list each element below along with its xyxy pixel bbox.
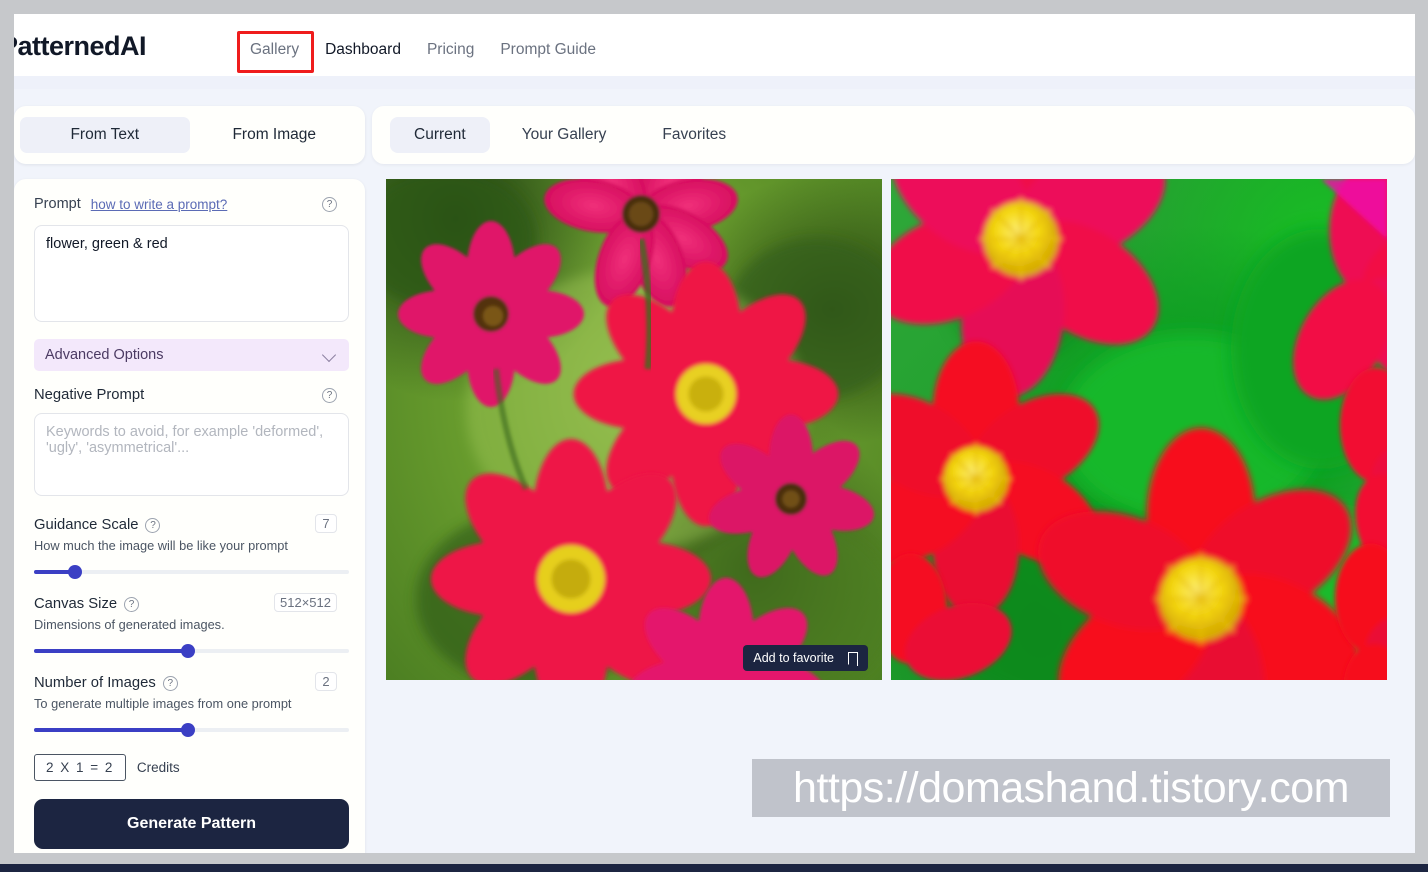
bookmark-icon (847, 651, 858, 666)
number-of-images-header: Number of Images ? 2 (34, 672, 351, 693)
site-watermark: https://domashand.tistory.com (752, 759, 1390, 817)
question-circle-icon[interactable]: ? (322, 387, 337, 403)
header-divider (14, 76, 1415, 89)
mode-tab-bar: From Text From Image (14, 106, 365, 164)
add-to-favorite-button[interactable]: Add to favorite (743, 645, 868, 671)
credits-label: Credits (136, 760, 180, 775)
tab-current[interactable]: Current (390, 117, 490, 153)
slider-fill (34, 649, 189, 653)
main-navigation: Gallery Dashboard Pricing Prompt Guide (237, 36, 609, 64)
generated-image-red-flowers (891, 179, 1387, 680)
question-circle-icon[interactable]: ? (162, 675, 178, 691)
credits-row: 2 X 1 = 2 Credits (34, 754, 351, 781)
browser-viewport: PatternedAI Gallery Dashboard Pricing Pr… (14, 14, 1415, 853)
number-of-images-value: 2 (315, 672, 337, 691)
prompt-header: Prompt how to write a prompt? ? (34, 193, 351, 215)
guidance-scale-description: How much the image will be like your pro… (34, 538, 288, 553)
advanced-options-label: Advanced Options (45, 347, 164, 363)
site-logo[interactable]: PatternedAI (14, 31, 147, 62)
number-of-images-description: To generate multiple images from one pro… (34, 696, 292, 711)
slider-fill (34, 728, 189, 732)
how-to-write-a-prompt-link[interactable]: how to write a prompt? (91, 197, 228, 212)
screenshot-root: PatternedAI Gallery Dashboard Pricing Pr… (0, 0, 1428, 872)
generated-image-grid: Add to favorite (386, 179, 1387, 680)
canvas-size-label: Canvas Size (34, 596, 118, 612)
canvas-size-description: Dimensions of generated images. (34, 617, 225, 632)
generated-image-pink-flowers (386, 179, 882, 680)
flower-illustration-1 (386, 179, 882, 680)
tab-favorites[interactable]: Favorites (638, 117, 750, 153)
guidance-scale-header: Guidance Scale ? 7 (34, 514, 351, 535)
canvas-size-slider[interactable] (34, 643, 349, 659)
site-header: PatternedAI Gallery Dashboard Pricing Pr… (14, 14, 1415, 76)
slider-thumb[interactable] (67, 565, 82, 579)
slider-thumb[interactable] (181, 723, 196, 737)
prompt-input[interactable] (34, 225, 349, 322)
generate-pattern-button[interactable]: Generate Pattern (34, 799, 349, 849)
number-of-images-label: Number of Images (34, 675, 156, 691)
advanced-options-toggle[interactable]: Advanced Options (34, 339, 349, 371)
guidance-scale-label: Guidance Scale (34, 517, 139, 533)
guidance-scale-value: 7 (315, 514, 337, 533)
nav-item-prompt-guide[interactable]: Prompt Guide (487, 36, 609, 64)
gallery-tab-bar: Current Your Gallery Favorites (372, 106, 1415, 164)
add-to-favorite-label: Add to favorite (753, 651, 834, 665)
credits-formula: 2 X 1 = 2 (34, 754, 126, 781)
negative-prompt-input[interactable] (34, 413, 349, 496)
generation-form-panel: Prompt how to write a prompt? ? Advanced… (14, 179, 365, 853)
tab-from-image[interactable]: From Image (190, 117, 360, 153)
generated-image-card[interactable]: Add to favorite (386, 179, 882, 680)
nav-item-gallery[interactable]: Gallery (237, 36, 312, 64)
watermark-text: https://domashand.tistory.com (793, 763, 1349, 812)
negative-prompt-header: Negative Prompt ? (34, 385, 351, 405)
nav-item-dashboard[interactable]: Dashboard (312, 36, 414, 64)
guidance-scale-slider[interactable] (34, 564, 349, 580)
question-circle-icon[interactable]: ? (145, 517, 161, 533)
question-circle-icon[interactable]: ? (124, 596, 140, 612)
question-circle-icon[interactable]: ? (322, 196, 337, 212)
canvas-size-header: Canvas Size ? 512×512 (34, 593, 351, 614)
flower-illustration-2 (891, 179, 1387, 680)
negative-prompt-label: Negative Prompt (34, 387, 145, 403)
tab-from-text[interactable]: From Text (20, 117, 190, 153)
nav-item-pricing[interactable]: Pricing (414, 36, 487, 64)
slider-thumb[interactable] (181, 644, 196, 658)
generated-image-card[interactable] (891, 179, 1387, 680)
tab-your-gallery[interactable]: Your Gallery (498, 117, 631, 153)
window-bottom-strip (0, 864, 1428, 872)
prompt-label: Prompt (34, 196, 81, 212)
chevron-down-icon (324, 349, 336, 361)
number-of-images-slider[interactable] (34, 722, 349, 738)
canvas-size-value: 512×512 (274, 593, 337, 612)
